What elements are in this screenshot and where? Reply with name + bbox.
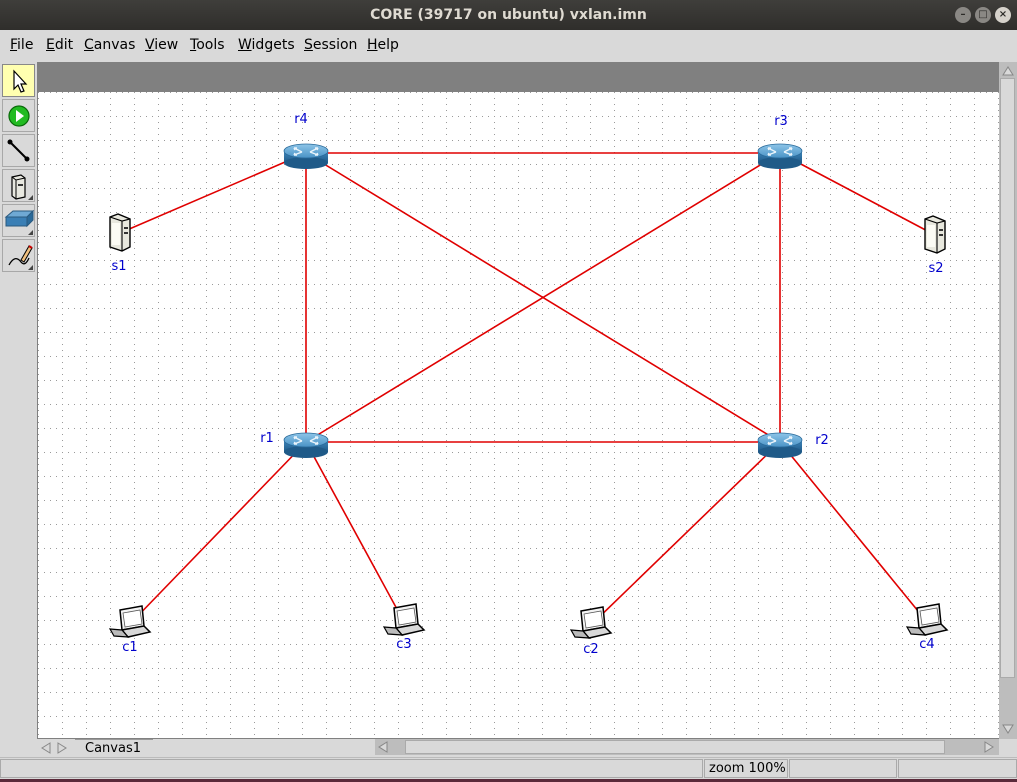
horizontal-scrollbar[interactable] xyxy=(375,739,999,755)
topology-canvas[interactable]: r4 r3 r1 r2 s1 s2 c1 c3 c2 c4 xyxy=(38,92,999,738)
play-circle-icon xyxy=(8,105,30,127)
zoom-indicator: zoom 100% xyxy=(704,759,788,778)
menu-help[interactable]: Help xyxy=(367,37,399,53)
menu-edit[interactable]: Edit xyxy=(46,37,73,53)
router-node-r2[interactable] xyxy=(757,432,803,458)
vertical-scroll-thumb[interactable] xyxy=(1000,78,1015,678)
submenu-indicator-icon xyxy=(28,230,33,235)
tab-canvas1[interactable]: Canvas1 xyxy=(75,739,153,757)
node-label-r2: r2 xyxy=(815,433,829,448)
menu-view[interactable]: View xyxy=(145,37,178,53)
server-icon xyxy=(109,213,131,252)
network-layer-tool-button[interactable] xyxy=(2,169,35,202)
tab-label: Canvas1 xyxy=(85,741,141,756)
start-session-button[interactable] xyxy=(2,99,35,132)
server-icon xyxy=(924,215,946,254)
scroll-up-arrow-icon[interactable] xyxy=(1001,64,1015,78)
node-label-r4: r4 xyxy=(294,112,308,127)
status-bar: zoom 100% xyxy=(0,757,1017,779)
close-button[interactable]: × xyxy=(995,7,1011,23)
tab-prev-arrow-icon[interactable] xyxy=(39,741,53,755)
tool-palette xyxy=(0,62,37,606)
vertical-scrollbar[interactable] xyxy=(999,62,1017,739)
status-field-4 xyxy=(898,759,1017,778)
scroll-left-arrow-icon[interactable] xyxy=(376,740,390,754)
tab-next-arrow-icon[interactable] xyxy=(55,741,69,755)
link-tool-button[interactable] xyxy=(2,134,35,167)
status-message xyxy=(0,759,703,778)
router-icon xyxy=(283,432,329,458)
select-tool-button[interactable] xyxy=(2,64,35,97)
router-node-r3[interactable] xyxy=(757,143,803,169)
menu-bar: File Edit Canvas View Tools Widgets Sess… xyxy=(0,30,1017,60)
pointer-arrow-icon xyxy=(13,69,28,93)
node-label-s1: s1 xyxy=(111,259,126,274)
router-icon xyxy=(757,432,803,458)
node-label-c3: c3 xyxy=(396,637,411,652)
status-field-3 xyxy=(789,759,897,778)
core-window: CORE (39717 on ubuntu) vxlan.imn – □ × F… xyxy=(0,0,1017,779)
minimize-button[interactable]: – xyxy=(955,7,971,23)
node-label-c2: c2 xyxy=(583,642,598,657)
title-bar[interactable]: CORE (39717 on ubuntu) vxlan.imn – □ × xyxy=(0,0,1017,30)
menu-widgets[interactable]: Widgets xyxy=(238,37,295,53)
router-icon xyxy=(283,143,329,169)
window-title: CORE (39717 on ubuntu) vxlan.imn xyxy=(370,7,647,23)
menu-canvas[interactable]: Canvas xyxy=(84,37,135,53)
node-label-c4: c4 xyxy=(919,637,934,652)
link-line-icon xyxy=(7,139,30,162)
node-label-r1: r1 xyxy=(260,431,274,446)
canvas-grid xyxy=(38,92,999,738)
node-label-c1: c1 xyxy=(122,640,137,655)
submenu-indicator-icon xyxy=(28,265,33,270)
router-node-r1[interactable] xyxy=(283,432,329,458)
server-node-s1[interactable] xyxy=(109,213,131,252)
node-label-s2: s2 xyxy=(928,261,943,276)
server-node-s2[interactable] xyxy=(924,215,946,254)
submenu-indicator-icon xyxy=(28,195,33,200)
link-layer-tool-button[interactable] xyxy=(2,204,35,237)
menu-file[interactable]: File xyxy=(10,37,33,53)
maximize-button[interactable]: □ xyxy=(975,7,991,23)
router-node-r4[interactable] xyxy=(283,143,329,169)
annotation-tool-button[interactable] xyxy=(2,239,35,272)
scroll-right-arrow-icon[interactable] xyxy=(982,740,996,754)
scroll-down-arrow-icon[interactable] xyxy=(1001,722,1015,736)
menu-tools[interactable]: Tools xyxy=(190,37,225,53)
horizontal-scroll-thumb[interactable] xyxy=(405,740,945,754)
node-label-r3: r3 xyxy=(774,114,788,129)
router-icon xyxy=(757,143,803,169)
menu-session[interactable]: Session xyxy=(304,37,357,53)
